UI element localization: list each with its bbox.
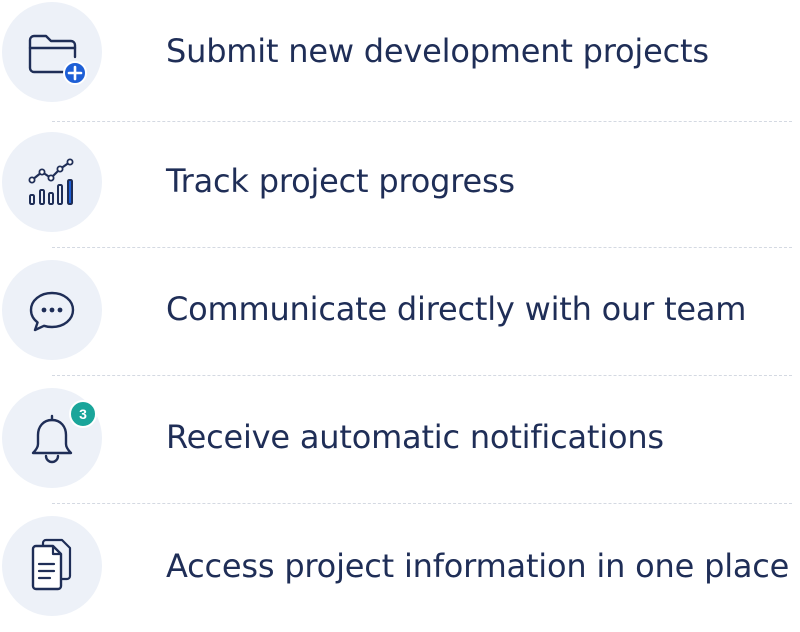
- feature-label: Receive automatic notifications: [166, 418, 664, 456]
- feature-label: Submit new development projects: [166, 32, 709, 70]
- feature-label: Access project information in one place: [166, 547, 790, 585]
- feature-item-project-info: Access project information in one place: [0, 512, 800, 632]
- feature-item-submit-projects: Submit new development projects: [0, 0, 800, 120]
- folder-add-icon: [2, 2, 102, 102]
- feature-label: Track project progress: [166, 162, 515, 200]
- divider: [52, 247, 792, 248]
- documents-icon: [2, 516, 102, 616]
- feature-item-track-progress: Track project progress: [0, 128, 800, 248]
- divider: [52, 121, 792, 122]
- notification-badge-count: 3: [79, 406, 87, 422]
- divider: [52, 503, 792, 504]
- divider: [52, 375, 792, 376]
- chat-bubble-icon: [2, 260, 102, 360]
- bell-icon: 3: [2, 388, 102, 488]
- feature-item-communicate: Communicate directly with our team: [0, 256, 800, 376]
- feature-list: Submit new development projects Track pr…: [0, 0, 800, 616]
- feature-label: Communicate directly with our team: [166, 290, 747, 328]
- chart-progress-icon: [2, 132, 102, 232]
- feature-item-notifications: 3 Receive automatic notifications: [0, 384, 800, 504]
